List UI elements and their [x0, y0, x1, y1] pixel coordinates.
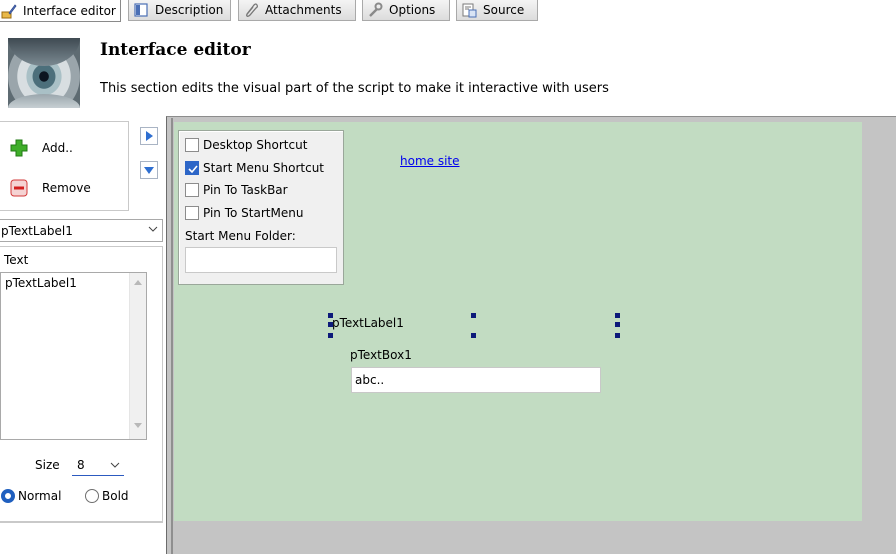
checkbox-pin-to-taskbar[interactable]: Pin To TaskBar [185, 183, 288, 197]
chevron-down-icon [110, 462, 120, 468]
scroll-down-icon [134, 423, 142, 428]
text-label-control[interactable]: pTextLabel1 [332, 316, 404, 330]
checkbox-label: Pin To TaskBar [203, 183, 288, 197]
tab-attachments[interactable]: Attachments [238, 0, 356, 21]
resize-handle[interactable] [471, 313, 476, 318]
tab-label: Options [389, 3, 436, 17]
scroll-up-icon [134, 280, 142, 285]
tab-label: Attachments [265, 3, 342, 17]
property-label: Text [4, 253, 29, 267]
tab-source[interactable]: Source [456, 0, 538, 21]
checkbox-label: Start Menu Shortcut [203, 161, 325, 175]
textbox-label: pTextBox1 [350, 348, 412, 362]
checkbox[interactable] [185, 206, 199, 220]
bold-radio[interactable] [85, 489, 99, 503]
tab-description[interactable]: Description [128, 0, 231, 21]
remove-label: Remove [42, 181, 91, 195]
triangle-right-icon [146, 131, 153, 141]
tab-options[interactable]: Options [362, 0, 450, 21]
page-description: This section edits the visual part of th… [100, 81, 609, 96]
interface-editor-icon [1, 3, 17, 19]
home-site-link[interactable]: home site [400, 154, 460, 168]
eye-image [8, 38, 80, 108]
remove-button[interactable]: Remove [10, 179, 91, 197]
text-property-field[interactable]: pTextLabel1 [0, 272, 147, 440]
divider [0, 522, 163, 523]
checkbox-start-menu-shortcut[interactable]: Start Menu Shortcut [185, 161, 324, 175]
resize-handle[interactable] [328, 322, 333, 327]
text-property-value: pTextLabel1 [5, 276, 77, 290]
control-selector-value: pTextLabel1 [1, 223, 73, 238]
checkmark-icon [188, 165, 198, 174]
checkbox[interactable] [185, 183, 199, 197]
normal-label: Normal [18, 489, 62, 503]
textarea-scrollbar[interactable] [129, 273, 146, 439]
add-icon [10, 139, 28, 157]
shortcut-options-panel[interactable]: Desktop Shortcut Start Menu Shortcut Pin… [178, 130, 344, 285]
textbox-value: abc.. [355, 373, 385, 387]
start-menu-folder-input[interactable] [185, 247, 337, 273]
bold-label: Bold [102, 489, 129, 503]
chevron-down-icon [148, 226, 158, 232]
add-button[interactable]: Add.. [10, 139, 73, 157]
control-actions-panel [0, 121, 129, 211]
resize-handle[interactable] [615, 333, 620, 338]
control-selector[interactable]: pTextLabel1 [0, 219, 163, 242]
resize-handle[interactable] [328, 313, 333, 318]
remove-icon [10, 179, 28, 197]
normal-radio[interactable] [1, 489, 15, 503]
description-icon [133, 2, 149, 18]
checkbox-label: Desktop Shortcut [203, 138, 308, 152]
checkbox[interactable] [185, 161, 199, 175]
size-label: Size [35, 458, 60, 472]
bold-radio-option[interactable]: Bold [85, 489, 129, 503]
checkbox-pin-to-startmenu[interactable]: Pin To StartMenu [185, 206, 303, 220]
source-icon [461, 2, 477, 18]
size-value: 8 [77, 458, 85, 472]
tab-interface-editor[interactable]: Interface editor [0, 0, 121, 22]
tab-label: Source [483, 3, 525, 17]
checkbox-desktop-shortcut[interactable]: Desktop Shortcut [185, 138, 307, 152]
tab-label: Description [155, 3, 224, 17]
start-menu-folder-label: Start Menu Folder: [185, 229, 296, 243]
normal-radio-option[interactable]: Normal [1, 489, 61, 503]
resize-handle[interactable] [615, 313, 620, 318]
resize-handle[interactable] [615, 322, 620, 327]
add-label: Add.. [42, 141, 73, 155]
resize-handle[interactable] [328, 333, 333, 338]
triangle-down-icon [144, 167, 154, 174]
wrench-icon [367, 2, 383, 18]
size-select[interactable]: 8 [72, 456, 124, 476]
move-right-button[interactable] [140, 127, 158, 145]
resize-handle[interactable] [471, 333, 476, 338]
checkbox[interactable] [185, 138, 199, 152]
tab-bar: Interface editor Description Attachments… [0, 0, 896, 23]
paperclip-icon [243, 2, 259, 18]
move-down-button[interactable] [140, 161, 158, 179]
page-title: Interface editor [100, 40, 251, 60]
divider [171, 118, 173, 554]
textbox-control[interactable]: abc.. [351, 367, 601, 393]
tab-label: Interface editor [23, 3, 116, 18]
checkbox-label: Pin To StartMenu [203, 206, 304, 220]
